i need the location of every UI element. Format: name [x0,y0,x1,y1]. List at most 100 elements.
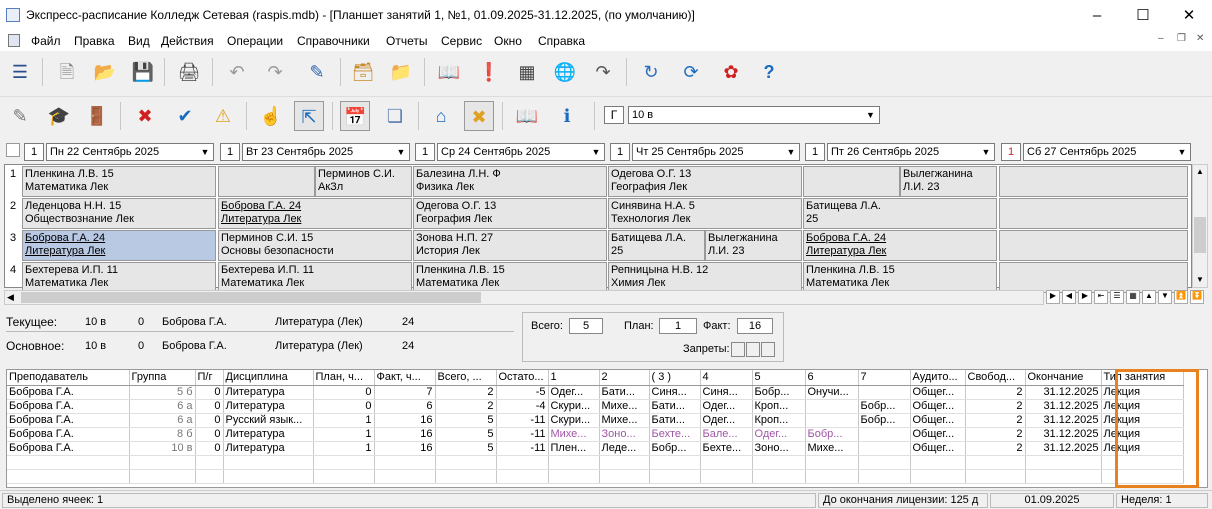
close-button[interactable]: ✕ [1166,0,1212,31]
day-select[interactable]: Пн 22 Сентябрь 2025 ▼ [46,143,214,161]
day-number[interactable]: 1 [415,143,435,161]
table-row[interactable]: Боброва Г.А. 5 б 0 Литература 0 7 2 -5 Одег... Ба… [7,385,1184,400]
table-cell[interactable]: 16 [374,441,436,456]
table-cell[interactable]: -5 [496,385,549,400]
lesson-cell[interactable] [999,262,1188,293]
alert-doc-button[interactable]: ❗ [474,57,504,87]
lesson-cell[interactable]: Синявина Н.А. 5 Технология Лек [608,198,802,229]
day-select[interactable]: Сб 27 Сентябрь 2025 ▼ [1023,143,1191,161]
table-cell[interactable] [805,413,859,428]
table-cell[interactable] [805,399,859,414]
archive-button[interactable]: 🗃 [348,57,378,87]
table-cell[interactable] [858,427,911,442]
timetable-vscroll[interactable]: ▲ ▼ [1192,164,1208,288]
column-header[interactable]: Свобод... [965,370,1026,386]
calendar-button[interactable]: 📅 [340,101,370,131]
table-cell[interactable]: 31.12.2025 [1025,441,1102,456]
table-cell[interactable]: 5 [435,413,497,428]
table-cell[interactable]: Литература [223,441,314,456]
table-cell[interactable]: Боброва Г.А. [7,441,130,456]
column-header[interactable]: Дисциплина [223,370,314,386]
timetable-hscroll[interactable]: ◀ [4,290,1044,305]
table-cell[interactable]: Плен... [548,441,600,456]
table-cell[interactable]: Бобр... [858,413,911,428]
nav-top-icon[interactable]: ⏫ [1174,290,1188,304]
table-cell[interactable]: Бехте... [649,427,701,442]
lesson-cell[interactable]: Пленкина Л.В. 15 Математика Лек [413,262,607,293]
table-cell[interactable]: Общег... [910,441,966,456]
lesson-cell[interactable] [803,166,900,197]
column-header[interactable]: Окончание [1025,370,1102,386]
mdi-doc-icon[interactable] [8,34,20,47]
table-cell[interactable]: Общег... [910,427,966,442]
table-cell[interactable]: Кроп... [752,399,806,414]
table-cell[interactable]: Синя... [700,385,753,400]
table-cell[interactable]: 31.12.2025 [1025,413,1102,428]
table-cell[interactable]: Литература [223,385,314,400]
lesson-cell[interactable]: Боброва Г.А. 24 Литература Лек [803,230,997,261]
table-cell[interactable]: 2 [435,385,497,400]
column-header[interactable]: Факт, ч... [374,370,436,386]
lesson-cell[interactable]: Зонова Н.П. 27 История Лек [413,230,607,261]
move-button[interactable]: ⇱ [294,101,324,131]
menu-actions[interactable]: Действия [161,34,214,48]
column-header[interactable]: ( 3 ) [649,370,701,386]
ban-box-2[interactable] [746,342,760,357]
mdi-restore-button[interactable]: ❐ [1177,33,1186,44]
table-cell[interactable]: -11 [496,441,549,456]
scroll-down-icon[interactable]: ▼ [1196,275,1204,284]
nav-grid-icon[interactable]: ▦ [1126,290,1140,304]
table-cell[interactable]: Синя... [649,385,701,400]
table-row[interactable]: Боброва Г.А. 10 в 0 Литература 1 16 5 -11 Плен..… [7,441,1184,456]
print-button[interactable]: 🖨 [174,57,204,87]
table-cell[interactable]: 6 а [129,399,196,414]
minimize-button[interactable]: – [1074,0,1120,31]
day-select[interactable]: Чт 25 Сентябрь 2025 ▼ [632,143,800,161]
table-cell[interactable]: 0 [195,413,224,428]
nav-down-icon[interactable]: ▼ [1158,290,1172,304]
table-cell[interactable]: Михе... [548,427,600,442]
nav-list-icon[interactable]: ☰ [1110,290,1124,304]
open-button[interactable]: 📂 [90,57,120,87]
table-cell[interactable]: 31.12.2025 [1025,427,1102,442]
table-cell[interactable]: Скури... [548,399,600,414]
lesson-cell[interactable]: Вылегжанина Л.И. 23 [705,230,802,261]
mdi-close-button[interactable]: ✕ [1196,33,1204,44]
table-cell[interactable]: Боброва Г.А. [7,413,130,428]
scroll-up-icon[interactable]: ▲ [1196,167,1204,176]
table-cell[interactable]: 31.12.2025 [1025,399,1102,414]
table-cell[interactable]: Михе... [805,441,859,456]
open-book-button[interactable]: 📖 [512,101,542,131]
nav-bottom-icon[interactable]: ⏬ [1190,290,1204,304]
table-cell[interactable]: Скури... [548,413,600,428]
teachers-button[interactable]: 🎓 [44,101,74,131]
column-header[interactable]: 1 [548,370,600,386]
table-cell[interactable]: Одег... [752,427,806,442]
table-cell[interactable]: 7 [374,385,436,400]
group-select[interactable]: 10 в ▼ [628,106,880,124]
menu-edit[interactable]: Правка [74,34,115,48]
column-header[interactable]: 2 [599,370,650,386]
table-cell[interactable]: 2 [965,427,1026,442]
table-cell[interactable]: Одег... [700,413,753,428]
lesson-cell[interactable]: Одегова О.Г. 13 География Лек [608,166,802,197]
nav-right-icon[interactable]: ▶ [1046,290,1060,304]
day-number[interactable]: 1 [805,143,825,161]
column-header[interactable]: П/г [195,370,224,386]
list-button[interactable]: ☰ [5,57,35,87]
tools-button[interactable]: ✖ [464,101,494,131]
table-cell[interactable]: 2 [965,441,1026,456]
table-cell[interactable]: Общег... [910,413,966,428]
table-cell[interactable]: Бобр... [805,427,859,442]
lesson-cell[interactable]: Боброва Г.А. 24 Литература Лек [218,198,412,229]
menu-help[interactable]: Справка [538,34,585,48]
table-cell[interactable]: 5 б [129,385,196,400]
table-cell[interactable]: Бобр... [752,385,806,400]
table-cell[interactable]: Общег... [910,399,966,414]
rooms-button[interactable]: 🚪 [82,101,112,131]
menu-reports[interactable]: Отчеты [386,34,427,48]
table-cell[interactable] [858,441,911,456]
table-cell[interactable]: 0 [195,399,224,414]
table-cell[interactable]: Бати... [599,385,650,400]
column-header[interactable]: План, ч... [313,370,375,386]
